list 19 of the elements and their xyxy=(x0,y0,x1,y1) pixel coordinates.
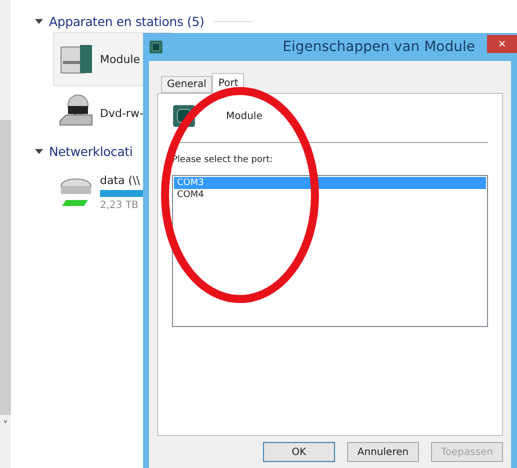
close-button[interactable]: × xyxy=(487,35,517,53)
device-name: data (\\ xyxy=(100,174,141,186)
port-option[interactable]: COM4 xyxy=(174,189,486,201)
device-name: Module xyxy=(226,110,262,122)
dialog-button[interactable]: OK xyxy=(263,442,335,462)
capacity-text: 2,23 TB xyxy=(100,200,140,210)
collapse-triangle-icon[interactable] xyxy=(35,148,43,154)
window-title: Eigenschappen van Module xyxy=(282,39,475,55)
group-header[interactable]: Netwerklocati xyxy=(49,144,133,158)
device-name: Module xyxy=(100,52,140,66)
tab[interactable]: General xyxy=(161,76,212,93)
module-icon xyxy=(149,40,163,54)
port-list[interactable]: COM3 COM4 xyxy=(172,175,488,327)
scroll-down-arrow[interactable]: ˅ xyxy=(0,419,11,432)
group-header[interactable]: Apparaten en stations (5) xyxy=(49,14,204,28)
scrollbar-thumb[interactable] xyxy=(0,120,11,415)
collapse-triangle-icon[interactable] xyxy=(35,18,43,24)
dialog-button[interactable]: Annuleren xyxy=(347,442,419,462)
device-name: Dvd-rw- xyxy=(100,106,144,120)
